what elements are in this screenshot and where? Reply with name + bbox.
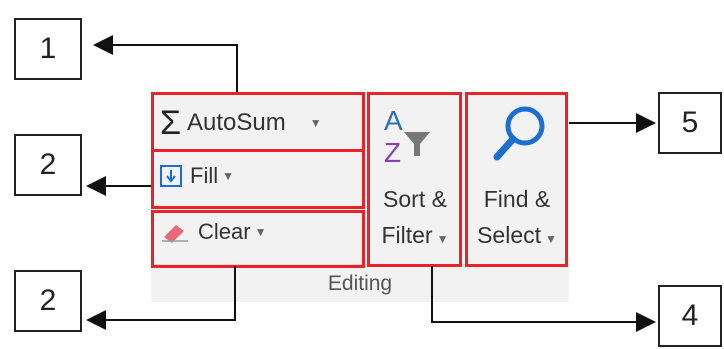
callout-arrows [86,35,656,332]
callout-1: 1 [14,18,82,80]
callout-5: 5 [658,92,722,154]
callout-2-bottom: 2 [14,270,82,332]
callout-4: 4 [658,285,722,347]
callout-2-top: 2 [14,134,82,196]
